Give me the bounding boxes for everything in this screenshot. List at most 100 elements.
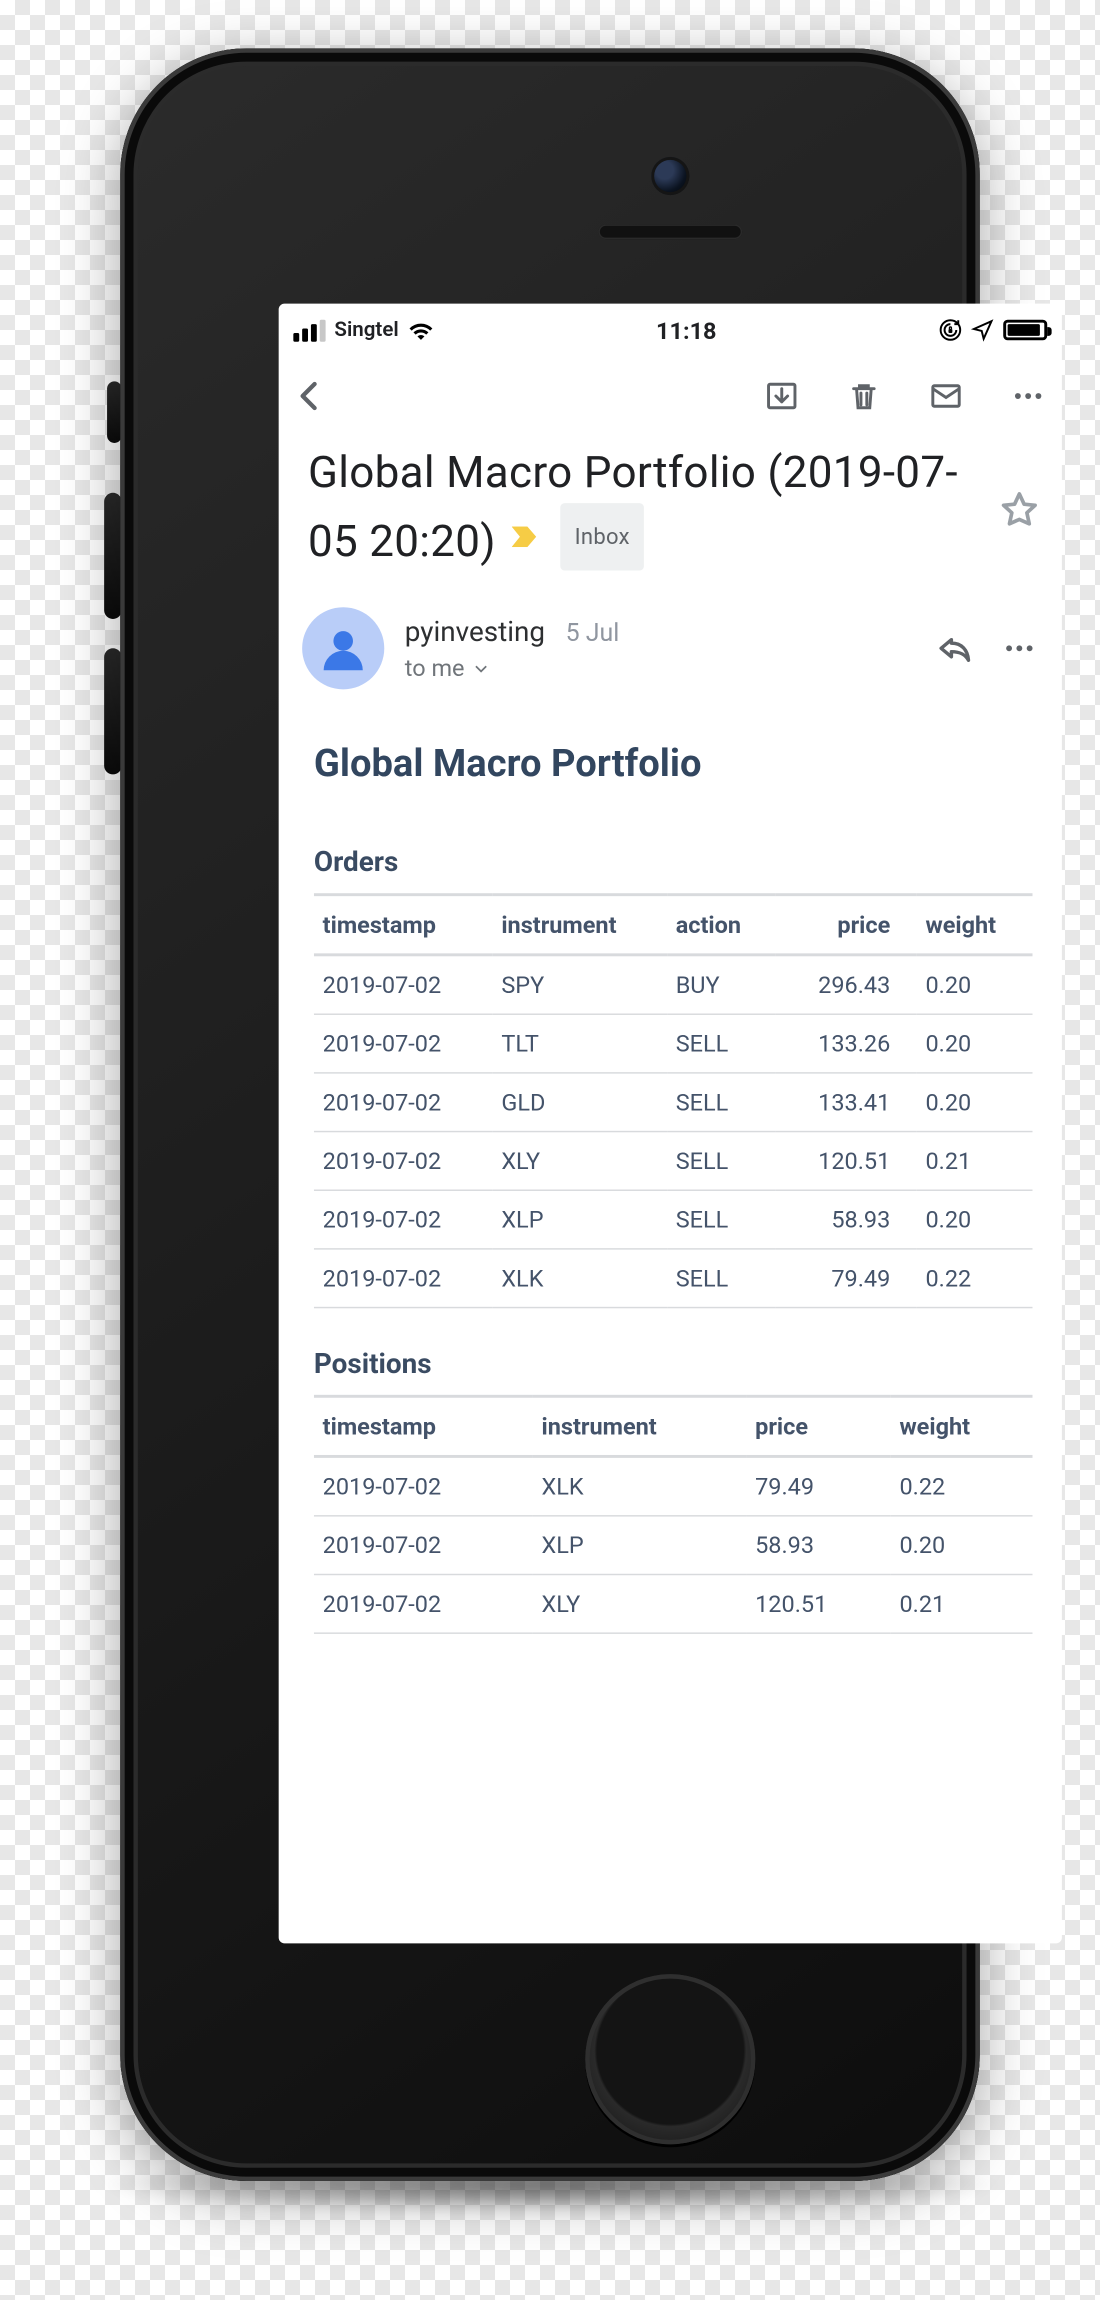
table-cell: SELL [667, 1249, 776, 1308]
sender-avatar[interactable] [302, 607, 384, 689]
recipient-label: to me [405, 654, 465, 682]
table-row: 2019-07-02SPYBUY296.430.20 [314, 955, 1033, 1014]
positions-col-timestamp: timestamp [314, 1396, 533, 1456]
table-cell: 79.49 [746, 1456, 890, 1515]
wifi-icon [408, 320, 434, 341]
table-cell: BUY [667, 955, 776, 1014]
battery-icon [1003, 320, 1047, 341]
table-cell: 58.93 [746, 1516, 890, 1575]
positions-col-weight: weight [891, 1396, 1033, 1456]
table-cell: 2019-07-02 [314, 1073, 493, 1132]
star-button[interactable] [997, 488, 1041, 532]
positions-col-instrument: instrument [533, 1396, 747, 1456]
table-row: 2019-07-02XLY120.510.21 [314, 1575, 1033, 1634]
positions-col-price: price [746, 1396, 890, 1456]
table-cell: 133.26 [776, 1014, 917, 1073]
table-cell: 2019-07-02 [314, 1014, 493, 1073]
rotation-lock-icon [939, 318, 962, 341]
table-cell: SPY [493, 955, 667, 1014]
recipient-dropdown[interactable]: to me [405, 654, 912, 682]
table-cell: 133.41 [776, 1073, 917, 1132]
table-cell: 0.22 [891, 1456, 1033, 1515]
table-row: 2019-07-02GLDSELL133.410.20 [314, 1073, 1033, 1132]
table-row: 2019-07-02XLP58.930.20 [314, 1516, 1033, 1575]
table-cell: XLY [493, 1132, 667, 1191]
table-cell: 120.51 [776, 1132, 917, 1191]
table-cell: 2019-07-02 [314, 1456, 533, 1515]
location-icon [971, 318, 994, 341]
orders-col-weight: weight [917, 895, 1033, 955]
phone-home-button[interactable] [585, 1974, 755, 2144]
email-toolbar [279, 356, 1062, 435]
reply-button[interactable] [933, 626, 977, 670]
phone-volume-up [104, 493, 122, 619]
signal-bars-icon [293, 319, 325, 341]
table-cell: TLT [493, 1014, 667, 1073]
phone-frame: Singtel 11:18 [120, 48, 979, 2181]
table-cell: 2019-07-02 [314, 1575, 533, 1634]
table-cell: XLK [533, 1456, 747, 1515]
important-marker-icon[interactable] [507, 521, 548, 553]
orders-col-action: action [667, 895, 776, 955]
table-cell: XLK [493, 1249, 667, 1308]
orders-col-instrument: instrument [493, 895, 667, 955]
back-button[interactable] [285, 370, 335, 420]
orders-table: timestamp instrument action price weight… [314, 893, 1033, 1308]
carrier-label: Singtel [334, 318, 398, 341]
orders-heading: Orders [314, 845, 1033, 879]
table-cell: 2019-07-02 [314, 1516, 533, 1575]
table-cell: 0.22 [917, 1249, 1033, 1308]
table-cell: XLY [533, 1575, 747, 1634]
inbox-chip[interactable]: Inbox [560, 503, 645, 570]
archive-button[interactable] [760, 374, 804, 418]
table-cell: XLP [493, 1190, 667, 1249]
phone-reflection [120, 2181, 979, 2284]
table-row: 2019-07-02XLKSELL79.490.22 [314, 1249, 1033, 1308]
table-cell: SELL [667, 1132, 776, 1191]
email-subject: Global Macro Portfolio (2019-07-05 20:20… [308, 444, 991, 572]
status-time: 11:18 [434, 316, 939, 344]
table-row: 2019-07-02TLTSELL133.260.20 [314, 1014, 1033, 1073]
table-cell: 2019-07-02 [314, 1249, 493, 1308]
table-row: 2019-07-02XLK79.490.22 [314, 1456, 1033, 1515]
positions-heading: Positions [314, 1346, 1033, 1380]
sender-name[interactable]: pyinvesting [405, 615, 545, 649]
phone-volume-down [104, 648, 122, 774]
table-cell: 2019-07-02 [314, 955, 493, 1014]
body-title: Global Macro Portfolio [314, 742, 1033, 786]
table-cell: 2019-07-02 [314, 1190, 493, 1249]
table-row: 2019-07-02XLYSELL120.510.21 [314, 1132, 1033, 1191]
chevron-down-icon [470, 658, 491, 679]
phone-front-camera [651, 157, 689, 195]
status-bar: Singtel 11:18 [279, 304, 1062, 357]
orders-col-price: price [776, 895, 917, 955]
phone-screen: Singtel 11:18 [279, 304, 1062, 1944]
table-cell: 0.20 [917, 955, 1033, 1014]
table-cell: 2019-07-02 [314, 1132, 493, 1191]
table-cell: SELL [667, 1073, 776, 1132]
table-cell: 0.20 [917, 1190, 1033, 1249]
email-body: Global Macro Portfolio Orders timestamp … [279, 704, 1062, 1789]
table-cell: 296.43 [776, 955, 917, 1014]
table-cell: 0.20 [891, 1516, 1033, 1575]
table-cell: 0.21 [917, 1132, 1033, 1191]
table-cell: SELL [667, 1190, 776, 1249]
orders-col-timestamp: timestamp [314, 895, 493, 955]
table-cell: 0.21 [891, 1575, 1033, 1634]
table-row: 2019-07-02XLPSELL58.930.20 [314, 1190, 1033, 1249]
positions-table: timestamp instrument price weight 2019-0… [314, 1395, 1033, 1634]
email-date: 5 Jul [566, 619, 620, 648]
mark-unread-button[interactable] [924, 374, 968, 418]
table-cell: 120.51 [746, 1575, 890, 1634]
table-cell: GLD [493, 1073, 667, 1132]
table-cell: XLP [533, 1516, 747, 1575]
phone-earpiece [598, 224, 742, 239]
table-cell: 0.20 [917, 1073, 1033, 1132]
table-cell: 58.93 [776, 1190, 917, 1249]
more-button[interactable] [1006, 374, 1050, 418]
message-more-button[interactable] [997, 626, 1041, 670]
delete-button[interactable] [842, 374, 886, 418]
table-cell: 0.20 [917, 1014, 1033, 1073]
table-cell: 79.49 [776, 1249, 917, 1308]
table-cell: SELL [667, 1014, 776, 1073]
